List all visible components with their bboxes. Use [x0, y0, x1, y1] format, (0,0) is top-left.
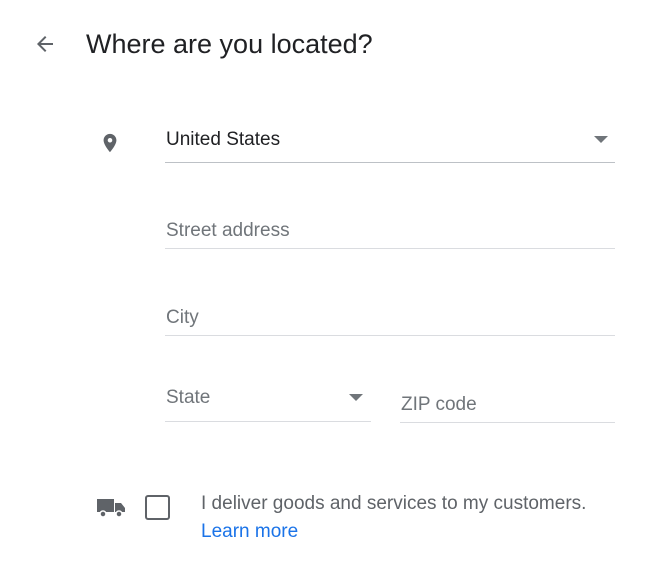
truck-icon: [97, 499, 125, 518]
state-select[interactable]: State: [165, 383, 371, 422]
city-placeholder: City: [166, 307, 199, 328]
city-input[interactable]: City: [165, 303, 615, 336]
street-address-input[interactable]: Street address: [165, 216, 615, 249]
dropdown-caret-icon: [349, 394, 363, 401]
street-address-placeholder: Street address: [166, 220, 290, 241]
state-placeholder: State: [166, 387, 211, 408]
arrow-back-icon: [37, 36, 53, 52]
back-button[interactable]: [27, 26, 63, 62]
country-select[interactable]: United States: [165, 124, 615, 163]
deliver-checkbox[interactable]: [145, 495, 170, 520]
page-title: Where are you located?: [86, 29, 373, 59]
zip-code-placeholder: ZIP code: [401, 394, 477, 415]
country-value: United States: [166, 129, 281, 150]
map-pin-icon: [103, 133, 117, 153]
deliver-label: I deliver goods and services to my custo…: [201, 493, 587, 514]
zip-code-input[interactable]: ZIP code: [400, 390, 615, 423]
dropdown-caret-icon: [594, 136, 608, 143]
learn-more-link[interactable]: Learn more: [201, 520, 298, 544]
